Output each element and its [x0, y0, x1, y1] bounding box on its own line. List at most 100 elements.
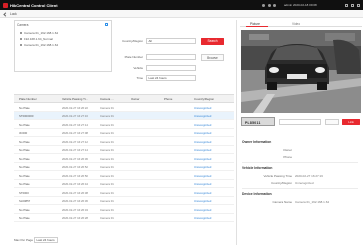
table-cell: No Plate: [19, 173, 30, 178]
camera-name-value: Camera 01_192.168.1.64: [295, 200, 330, 204]
camera-item[interactable]: Camera 01_192.168.1.64: [20, 31, 58, 35]
table-cell: 2020-02-27 16:26:50: [62, 173, 88, 178]
select-camera-icon[interactable]: [105, 23, 108, 26]
table-cell: Unrecognized: [194, 105, 212, 110]
vehicle-input[interactable]: [146, 65, 196, 71]
owner-section-title: Owner Information: [242, 140, 272, 144]
app-title: HikCentral Control Client: [10, 2, 58, 8]
plate-label: Plate Number: [124, 54, 143, 59]
time-label: Time: [136, 75, 143, 80]
table-cell: No Plate: [19, 148, 30, 153]
table-cell: Camera 01: [100, 199, 114, 204]
column-header-plate[interactable]: Plate Number: [19, 97, 37, 101]
maximize-icon[interactable]: [351, 3, 354, 7]
title-bar: HikCentral Control Client admin 2020-02-…: [0, 0, 363, 10]
table-row[interactable]: No Plate 2020-02-27 16:26:22 Camera 01 Unre…: [14, 103, 234, 112]
table-cell: No Plate: [19, 207, 30, 212]
country-select[interactable]: All: [146, 38, 196, 44]
table-header: Plate Number Vehicle Passing Ti... Camer…: [14, 95, 234, 103]
table-cell: 2020-02-27 16:26:38: [62, 190, 88, 195]
table-row[interactable]: No Plate 2020-02-27 16:27:12 Camera 01 Unre…: [14, 137, 234, 146]
back-icon[interactable]: [3, 11, 8, 17]
plate-correction-input[interactable]: [279, 118, 321, 125]
table-cell: Unrecognized: [194, 182, 212, 187]
camera-item[interactable]: Camera 01_192.168.1.64: [20, 43, 58, 47]
column-header-country[interactable]: Country/Region: [194, 97, 214, 101]
table-cell: Unrecognized: [194, 199, 212, 204]
section-divider: [242, 162, 358, 163]
user-info[interactable]: admin 2020-02-18 09:08: [284, 3, 317, 7]
owner-label: Owner: [283, 148, 292, 152]
table-row[interactable]: 3C000 2020-02-27 16:27:08 Camera 01 Unrecog…: [14, 129, 234, 137]
close-icon[interactable]: [357, 3, 360, 7]
table-cell: Camera 01: [100, 114, 114, 119]
app-logo-icon: [3, 2, 8, 8]
column-header-passing-time[interactable]: Vehicle Passing Ti...: [62, 97, 88, 101]
table-cell: Camera 01: [100, 156, 114, 161]
table-cell: SL60857: [19, 199, 31, 204]
table-cell: 2020-02-27 16:26:34: [62, 207, 88, 212]
country-label: Country/Region: [122, 38, 143, 43]
minimize-icon[interactable]: [345, 3, 348, 7]
table-cell: Camera 01: [100, 122, 114, 127]
vehicle-section-title: Vehicle Information: [242, 166, 273, 170]
time-select[interactable]: Last 24 hours: [146, 75, 196, 81]
detail-tabs: Picture Video: [240, 20, 362, 28]
tab-video[interactable]: Video: [292, 22, 300, 26]
table-cell: Camera 01: [100, 190, 114, 195]
table-cell: Camera 01: [100, 207, 114, 212]
column-header-phone[interactable]: Phone: [164, 97, 172, 101]
camera-panel-label: Camera: [17, 23, 29, 27]
country-detail-label: Country/Region: [271, 181, 292, 185]
table-cell: Unrecognized: [194, 122, 212, 127]
browse-button[interactable]: Browse: [201, 54, 224, 61]
table-row[interactable]: No Plate 2020-02-27 16:27:14 Camera 01 Unre…: [14, 146, 234, 154]
table-cell: Camera 01: [100, 105, 114, 110]
table-cell: Camera 01: [100, 139, 114, 144]
page-size-select[interactable]: Last 24 hours: [34, 237, 58, 243]
table-cell: 2020-02-27 16:26:22: [62, 105, 88, 110]
table-row[interactable]: No Plate 2020-02-27 16:26:36 Camera 01 Unre…: [14, 154, 234, 163]
passing-time-label: Vehicle Passing Time: [263, 174, 292, 178]
table-cell: No Plate: [19, 122, 30, 127]
table-cell: Camera 01: [100, 148, 114, 153]
table-row[interactable]: No Plate 2020-02-27 16:26:50 Camera 01 Unre…: [14, 171, 234, 180]
table-row[interactable]: ST0000000 2020-02-27 16:27:16 Camera 01 Unr…: [14, 111, 234, 120]
table-cell: 2020-02-27 16:26:36: [62, 199, 88, 204]
camera-item[interactable]: 192.168.1.64_Normal: [20, 37, 53, 41]
table-cell: ST0000: [19, 190, 29, 195]
table-cell: Camera 01: [100, 165, 114, 170]
notification-icon[interactable]: [262, 3, 265, 7]
table-cell: 2020-02-27 16:26:36: [62, 156, 88, 161]
table-cell: No Plate: [19, 216, 30, 221]
table-row[interactable]: No Plate 2020-02-27 16:26:52 Camera 01 Unre…: [14, 163, 234, 171]
tab-picture[interactable]: Picture: [250, 22, 260, 26]
alarm-icon[interactable]: [267, 3, 271, 7]
table-cell: No Plate: [19, 182, 30, 187]
search-button[interactable]: Search: [201, 38, 224, 45]
plate-action-button[interactable]: [325, 118, 339, 125]
column-header-owner[interactable]: Owner: [131, 97, 140, 101]
table-cell: Unrecognized: [194, 190, 212, 195]
table-cell: Camera 01: [100, 216, 114, 221]
table-cell: 2020-02-27 16:27:14: [62, 148, 88, 153]
vehicle-snapshot-image: [241, 30, 361, 113]
settings-icon[interactable]: [273, 3, 276, 7]
table-row[interactable]: ST0000 2020-02-27 16:26:38 Camera 01 Unreco…: [14, 188, 234, 197]
camera-panel: Camera Camera 01_192.168.1.64 192.168.1.…: [14, 20, 112, 72]
table-cell: Unrecognized: [194, 165, 212, 170]
table-row[interactable]: No Plate 2020-02-27 16:26:34 Camera 01 Unre…: [14, 205, 234, 214]
table-cell: 2020-02-27 16:27:08: [62, 131, 88, 136]
table-cell: ST0000000: [19, 114, 34, 119]
column-header-camera[interactable]: Camera ...: [100, 97, 114, 101]
phone-label: Phone: [283, 155, 292, 159]
table-row[interactable]: No Plate 2020-02-27 16:26:28 Camera 01 Unre…: [14, 214, 234, 222]
table-row[interactable]: No Plate 2020-02-27 16:27:14 Camera 01 Unre…: [14, 120, 234, 129]
table-cell: 2020-02-27 16:26:28: [62, 216, 88, 221]
detail-panel: Picture Video PL85011 Link Owner Informa…: [240, 20, 362, 245]
table-cell: No Plate: [19, 139, 30, 144]
table-row[interactable]: SL60857 2020-02-27 16:26:36 Camera 01 Unrec…: [14, 197, 234, 205]
link-button[interactable]: Link: [342, 118, 360, 125]
plate-input[interactable]: [146, 54, 196, 60]
table-row[interactable]: No Plate 2020-02-27 16:26:44 Camera 01 Unre…: [14, 180, 234, 188]
